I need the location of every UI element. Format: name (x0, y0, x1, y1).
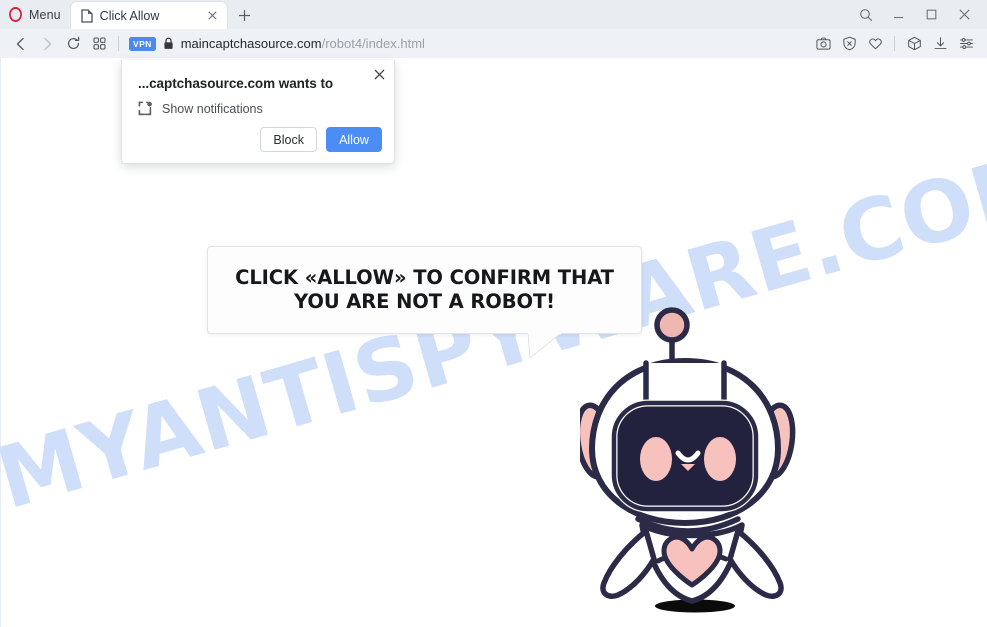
tab-strip: Menu Click Allow (0, 0, 987, 29)
browser-window: Menu Click Allow VPN maincaptchasource.c… (0, 0, 987, 627)
speed-dial-grid-icon[interactable] (86, 31, 112, 57)
toolbar-divider-right (894, 36, 895, 51)
adblock-shield-icon[interactable] (836, 31, 862, 57)
vpn-badge[interactable]: VPN (129, 36, 156, 51)
url-path: /robot4/index.html (321, 36, 425, 51)
minimize-icon[interactable] (882, 2, 915, 28)
tab-title: Click Allow (99, 8, 160, 23)
block-button[interactable]: Block (260, 127, 317, 152)
menu-button-label: Menu (29, 7, 61, 22)
speech-bubble: CLICK «ALLOW» TO CONFIRM THAT YOU ARE NO… (207, 246, 642, 334)
new-tab-button[interactable] (231, 1, 259, 29)
robot-mascot (580, 301, 810, 621)
toolbar-divider (118, 36, 119, 51)
document-icon (81, 8, 93, 23)
allow-button[interactable]: Allow (326, 127, 382, 152)
speech-bubble-tail (528, 333, 562, 359)
address-bar-actions (810, 31, 979, 57)
popup-title: ...captchasource.com wants to (138, 76, 334, 91)
maximize-icon[interactable] (915, 2, 948, 28)
back-arrow-icon[interactable] (8, 31, 34, 57)
address-bar[interactable]: VPN maincaptchasource.com/robot4/index.h… (125, 31, 810, 57)
speech-bubble-text: CLICK «ALLOW» TO CONFIRM THAT YOU ARE NO… (235, 266, 614, 313)
watermark-text: MYANTISPYWARE.COM (0, 132, 987, 530)
window-controls (849, 0, 987, 29)
heart-icon[interactable] (862, 31, 888, 57)
crypto-wallet-icon[interactable] (901, 31, 927, 57)
forward-arrow-icon (34, 31, 60, 57)
snapshot-icon[interactable] (810, 31, 836, 57)
popup-actions: Block Allow (260, 127, 382, 152)
search-icon[interactable] (849, 2, 882, 28)
opera-menu-button[interactable]: Menu (0, 0, 71, 29)
easy-setup-icon[interactable] (953, 31, 979, 57)
page-left-edge (0, 58, 1, 627)
downloads-icon[interactable] (927, 31, 953, 57)
popup-permission-label: Show notifications (162, 101, 263, 116)
lock-icon[interactable] (163, 37, 174, 50)
tab-close-icon[interactable] (205, 8, 221, 24)
url-text[interactable]: maincaptchasource.com/robot4/index.html (181, 36, 425, 51)
notifications-icon (138, 101, 152, 116)
url-domain: maincaptchasource.com (180, 36, 322, 51)
browser-tab[interactable]: Click Allow (70, 2, 227, 29)
opera-logo-icon (9, 7, 22, 22)
popup-close-icon[interactable] (370, 65, 388, 83)
close-icon[interactable] (948, 2, 981, 28)
navigation-bar: VPN maincaptchasource.com/robot4/index.h… (0, 29, 987, 58)
notification-permission-popup: ...captchasource.com wants to Show notif… (121, 60, 395, 164)
reload-icon[interactable] (60, 31, 86, 57)
popup-permission-row: Show notifications (138, 101, 263, 116)
